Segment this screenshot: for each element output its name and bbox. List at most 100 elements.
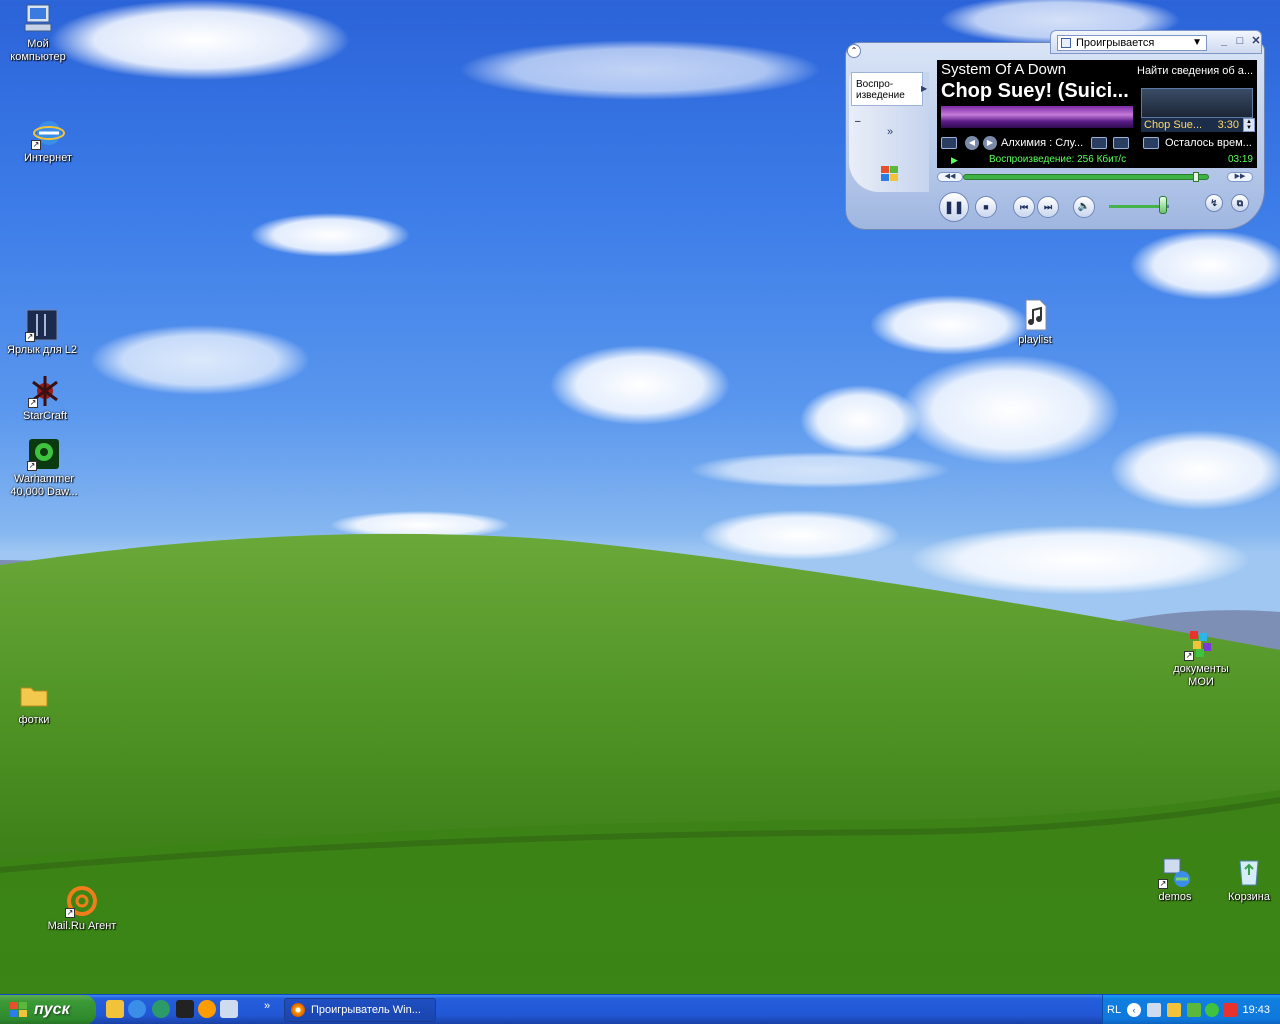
desktop-icon-warhammer[interactable]: ↗ Warhammer 40,000 Daw... [6, 437, 82, 499]
desktop-icon-label: документы МОИ [1173, 663, 1229, 688]
mute-button[interactable]: 🔈 [1073, 196, 1095, 218]
rewind-button[interactable]: ◀◀ [937, 172, 963, 182]
playback-status-text: Воспроизведение: 256 Кбит/с [989, 154, 1127, 165]
switch-to-full-mode-button[interactable] [1113, 137, 1129, 149]
internet-explorer-icon[interactable] [128, 1000, 146, 1018]
desktop-icon-starcraft[interactable]: ↗ StarCraft [7, 374, 83, 423]
previous-visualization-button[interactable]: ◀ [965, 136, 979, 150]
desktop-icon-label: StarCraft [22, 410, 67, 422]
mailru-agent-tray-icon[interactable] [1205, 1003, 1219, 1017]
shortcut-arrow-icon: ↗ [28, 398, 38, 408]
collapse-menu-button[interactable]: ⌃ [847, 44, 861, 58]
shortcut-arrow-icon: ↗ [27, 461, 37, 471]
shuffle-button[interactable]: ↯ [1205, 194, 1223, 212]
desktop-icon-label: Интернет [24, 152, 72, 164]
shortcut-arrow-icon: ↗ [25, 332, 35, 342]
seek-bar[interactable]: ◀◀ ▶▶ [937, 172, 1257, 182]
desktop-icon-demos[interactable]: ↗ demos [1137, 855, 1213, 904]
quick-launch-more-icon[interactable]: » [264, 1000, 270, 1012]
start-button[interactable]: пуск [0, 995, 96, 1024]
album-name: Алхимия : Слу... [1001, 137, 1084, 149]
taskbar-window-label: Проигрыватель Win... [311, 1004, 421, 1016]
desktop-icon-playlist[interactable]: playlist [997, 298, 1073, 347]
maximize-button[interactable]: □ [1233, 35, 1247, 49]
minimize-button[interactable]: _ [1217, 35, 1231, 49]
network-icon[interactable] [1147, 1003, 1161, 1017]
pause-button[interactable]: ❚❚ [939, 192, 969, 222]
next-visualization-button[interactable]: ▶ [983, 136, 997, 150]
security-icon[interactable] [1187, 1003, 1201, 1017]
next-track-button[interactable]: ⏭ [1037, 196, 1059, 218]
desktop-icon-mailru-agent[interactable]: ↗ Mail.Ru Агент [44, 884, 120, 933]
desktop-icon-label: playlist [1018, 334, 1052, 346]
device-icon[interactable] [220, 1000, 238, 1018]
playlist-track[interactable]: Chop Sue... 3:30 [1141, 118, 1243, 132]
windows-logo-icon [10, 1002, 27, 1017]
desktop-icon-label: фотки [18, 714, 50, 726]
network-folder-icon: ↗ [1158, 855, 1192, 889]
folder-icon [17, 678, 51, 712]
playlist-scroll-spinner[interactable]: ▲ ▼ [1243, 118, 1255, 132]
show-desktop-icon[interactable] [106, 1000, 124, 1018]
close-button[interactable]: ✕ [1249, 35, 1263, 49]
volume-fill [1109, 205, 1163, 208]
warning-icon[interactable] [1167, 1003, 1181, 1017]
taskbar-window-media-player[interactable]: Проигрыватель Win... [284, 998, 436, 1022]
compact-mode-button[interactable]: ⧉ [1231, 194, 1249, 212]
now-playing-task-button[interactable]: Воспро- изведение [851, 72, 923, 106]
desktop-icon-my-documents[interactable]: ↗ документы МОИ [1163, 627, 1239, 689]
shortcut-arrow-icon: ↗ [1184, 651, 1194, 661]
now-playing-screen: System Of A Down Chop Suey! (Suici... На… [937, 60, 1257, 168]
visualization[interactable] [941, 106, 1133, 128]
media-player-title-bar[interactable]: Проигрывается ▼ _ □ ✕ [1050, 30, 1262, 54]
fast-forward-button[interactable]: ▶▶ [1227, 172, 1253, 182]
console-icon[interactable] [176, 1000, 194, 1018]
internet-explorer-icon: ↗ [31, 116, 65, 150]
view-select[interactable]: Проигрывается ▼ [1057, 35, 1207, 51]
desktop-icon-photos-folder[interactable]: фотки [0, 678, 72, 727]
remaining-time-icon [1143, 137, 1159, 149]
show-hidden-icons-button[interactable]: ‹ [1127, 1003, 1141, 1017]
start-label: пуск [34, 1001, 70, 1018]
desktop-icon-internet[interactable]: ↗ Интернет [10, 116, 86, 165]
media-player-icon[interactable] [198, 1000, 216, 1018]
recycle-bin-icon [1232, 855, 1266, 889]
language-indicator[interactable]: RL [1107, 995, 1121, 1024]
stop-button[interactable]: ■ [975, 196, 997, 218]
chevron-down-icon: ▼ [1192, 37, 1202, 48]
playing-indicator-icon: ▶ [951, 155, 958, 165]
switch-display-button[interactable] [1091, 137, 1107, 149]
seek-track[interactable] [963, 174, 1209, 180]
clock[interactable]: 19:43 [1242, 995, 1270, 1024]
playlist-track-title: Chop Sue... [1144, 119, 1203, 131]
seek-thumb[interactable] [1193, 172, 1200, 182]
shortcut-arrow-icon: ↗ [65, 908, 75, 918]
taskbar: пуск » Проигрыватель Win... RL ‹ 19:43 [0, 994, 1280, 1024]
artist-name: System Of A Down [941, 61, 1067, 78]
desktop-icon-label: Mail.Ru Агент [47, 920, 117, 932]
app-tray-icon[interactable] [1223, 1003, 1237, 1017]
desktop-icon-l2-shortcut[interactable]: ↗ Ярлык для L2 [4, 308, 80, 357]
documents-icon: ↗ [1184, 627, 1218, 661]
elapsed-time: 03:19 [1227, 154, 1253, 165]
playlist-track-length: 3:30 [1217, 119, 1239, 131]
find-album-info-link[interactable]: Найти сведения об а... [1137, 65, 1253, 77]
previous-track-button[interactable]: ⏮ [1013, 196, 1035, 218]
desktop-icon-recycle-bin[interactable]: Корзина [1211, 855, 1280, 904]
desktop-icon-label: Warhammer 40,000 Daw... [10, 473, 78, 498]
desktop-icon-my-computer[interactable]: Мой компьютер [0, 2, 76, 64]
fullscreen-button[interactable] [941, 137, 957, 149]
song-title: Chop Suey! (Suici... [941, 80, 1129, 102]
lineage-icon: ↗ [25, 308, 59, 342]
media-player-window[interactable]: Проигрывается ▼ _ □ ✕ ⌃ Воспро- изведени… [845, 30, 1265, 230]
globe-icon[interactable] [152, 1000, 170, 1018]
playback-status-bar: ▶ Воспроизведение: 256 Кбит/с 03:19 [937, 152, 1257, 168]
windows-logo-icon [881, 166, 898, 181]
desktop-icon-label: Мой компьютер [10, 38, 66, 63]
desktop-icon-label: Ярлык для L2 [7, 344, 77, 356]
volume-slider-thumb[interactable] [1159, 196, 1167, 214]
expand-more-button[interactable]: » [887, 126, 893, 138]
desktop-icon-label: demos [1158, 891, 1192, 903]
shortcut-arrow-icon: ↗ [31, 140, 41, 150]
media-player-task-panel: ⌃ Воспро- изведение ▶ – » [847, 44, 929, 192]
